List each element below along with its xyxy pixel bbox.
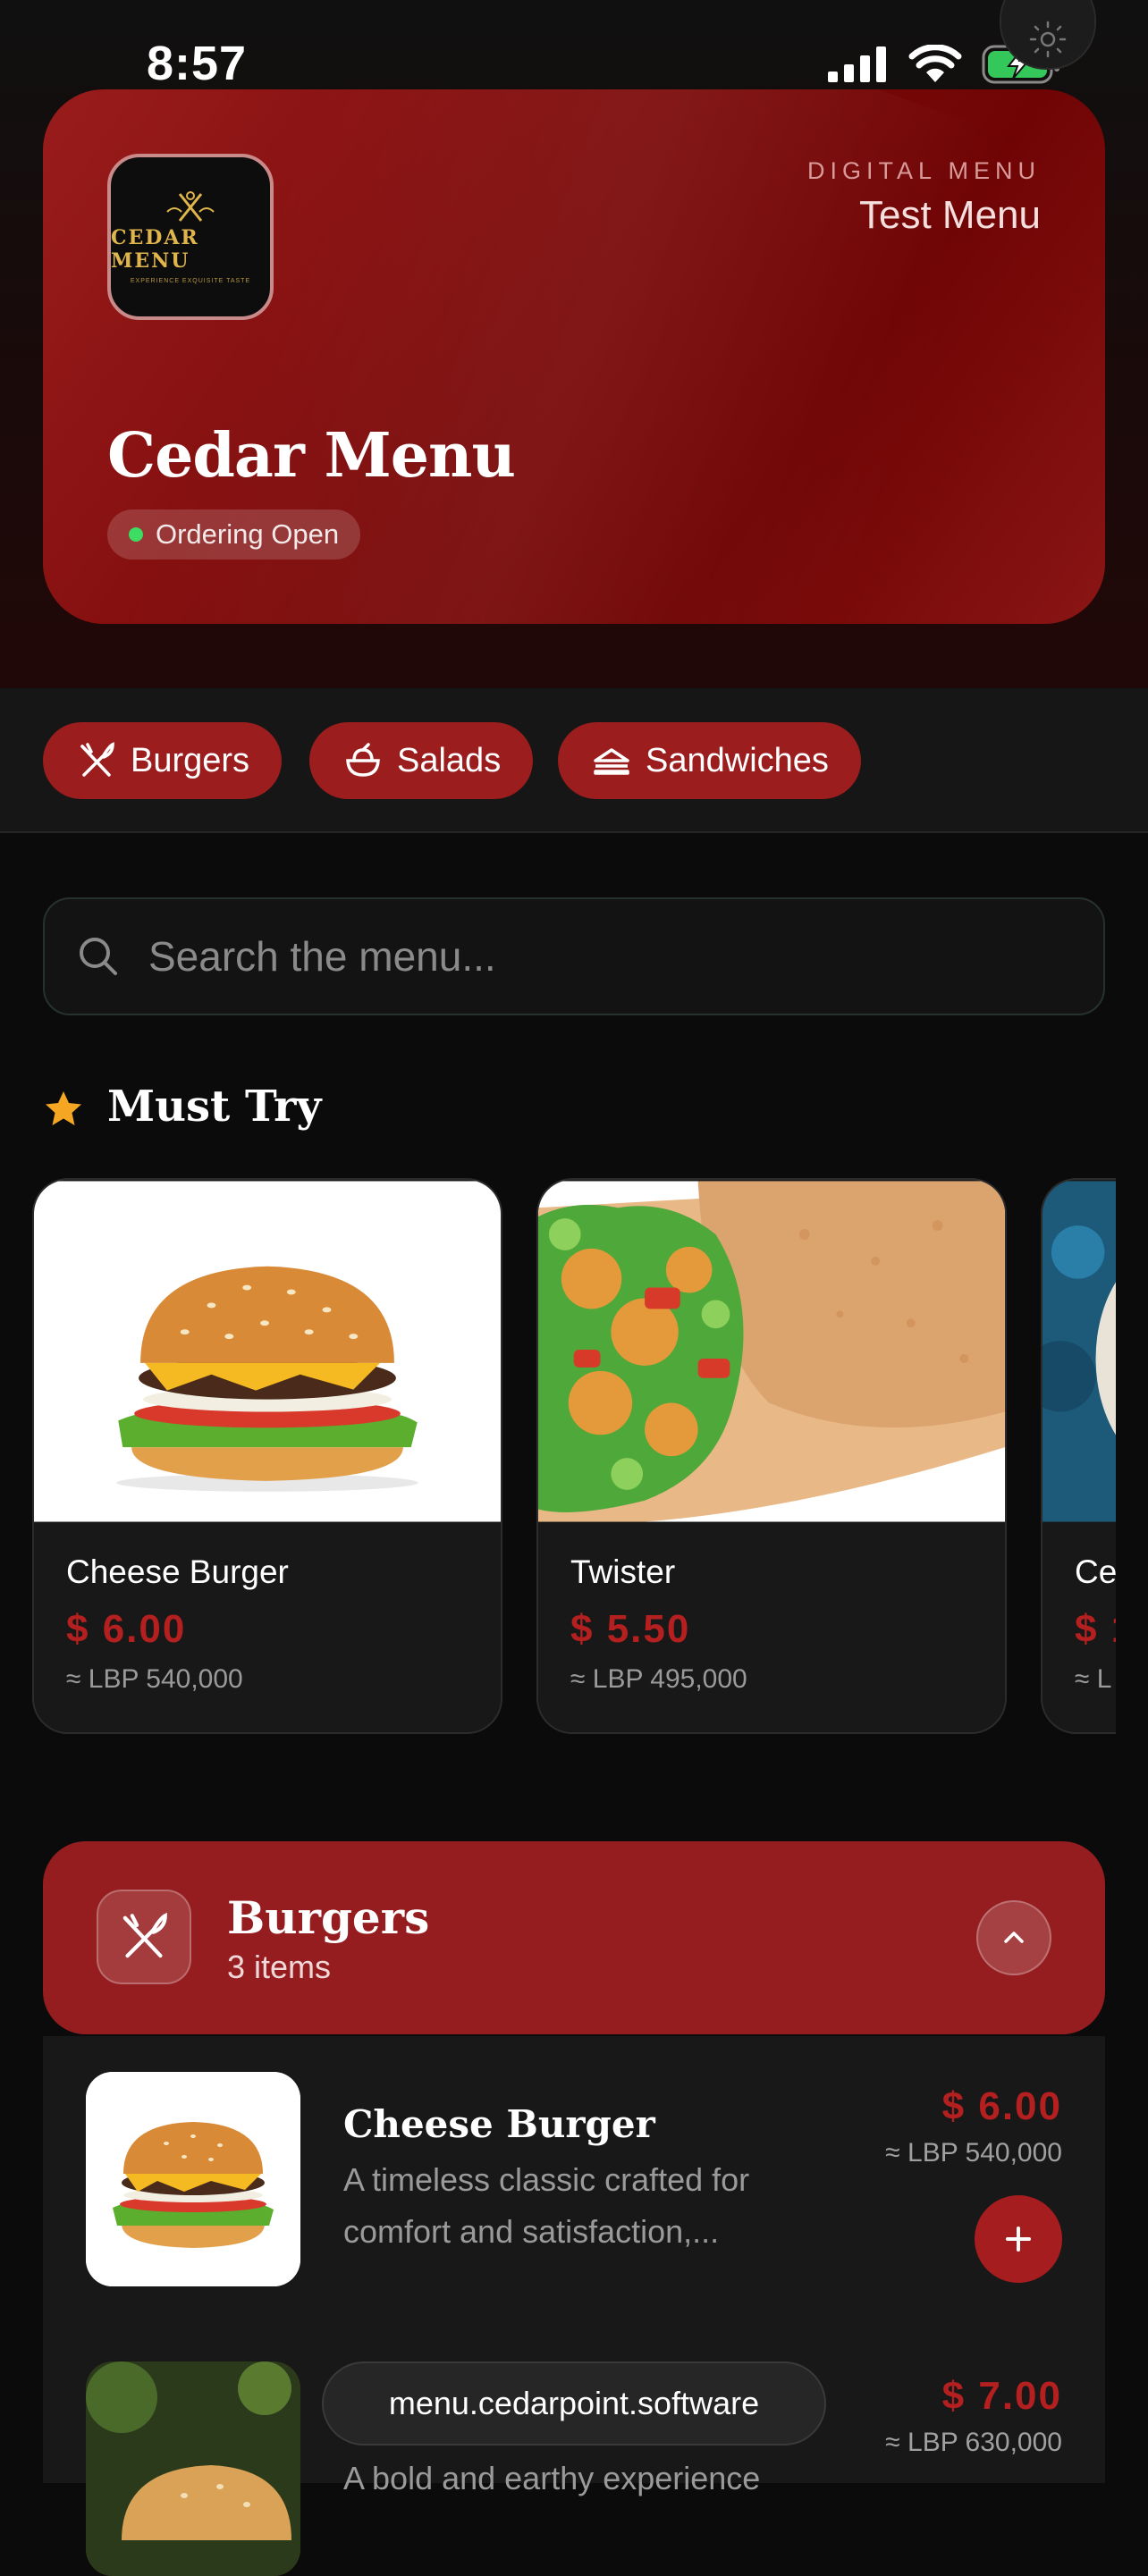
sandwich-icon: [594, 748, 629, 775]
cellular-signal-icon: [828, 46, 886, 82]
must-try-title: Must Try: [107, 1082, 322, 1132]
cheese-burger-image: [86, 2072, 300, 2286]
section-item-count: 3 items: [227, 1949, 332, 1985]
featured-item-name: Cheese Burger: [66, 1553, 289, 1590]
menu-name: Test Menu: [859, 193, 1041, 237]
featured-item-image: [1042, 1181, 1116, 1522]
browser-url: menu.cedarpoint.software: [388, 2385, 760, 2421]
ordering-status-badge: Ordering Open: [107, 509, 361, 560]
restaurant-hero-card: CEDAR MENU EXPERIENCE EXQUISITE TASTE DI…: [43, 89, 1105, 624]
star-icon: [46, 1091, 81, 1125]
menu-item-description-line: A bold and earthy experience: [343, 2460, 761, 2496]
featured-item-lbp-price: ≈ L: [1075, 1664, 1112, 1694]
menu-item-lbp-price: ≈ LBP 540,000: [885, 2138, 1062, 2168]
section-header-burgers[interactable]: Burgers 3 items: [43, 1841, 1105, 2034]
featured-item-price: $ 5.50: [570, 1607, 691, 1651]
search-bar: [43, 897, 1105, 1015]
menu-eyebrow: DIGITAL MENU: [806, 157, 1041, 184]
add-to-cart-button[interactable]: [975, 2195, 1062, 2283]
category-chip-label: Sandwiches: [646, 741, 829, 779]
utensils-crossed-icon: [122, 1912, 167, 1958]
category-chip-salads[interactable]: Salads: [309, 722, 534, 799]
section-icon: [97, 1890, 191, 1984]
restaurant-title: Cedar Menu: [107, 420, 516, 492]
cheese-burger-image: [34, 1181, 501, 1522]
plus-icon: [1006, 2227, 1031, 2252]
menu-item-image[interactable]: [86, 2361, 300, 2576]
category-chip-label: Burgers: [131, 741, 250, 779]
menu-item-image[interactable]: [86, 2072, 300, 2286]
chevron-up-icon: [1004, 1932, 1024, 1943]
featured-item-card[interactable]: Twister $ 5.50 ≈ LBP 495,000: [536, 1178, 1007, 1734]
category-chip-label: Salads: [397, 741, 502, 779]
mushroom-burger-image: [86, 2361, 300, 2576]
salad-bowl-icon: [346, 743, 380, 777]
restaurant-logo: CEDAR MENU EXPERIENCE EXQUISITE TASTE: [107, 154, 274, 320]
wifi-icon: [908, 45, 962, 82]
featured-item-lbp-price: ≈ LBP 495,000: [570, 1664, 747, 1694]
logo-wordmark: CEDAR MENU: [111, 225, 199, 273]
browser-url-bar[interactable]: menu.cedarpoint.software: [322, 2361, 826, 2446]
status-time: 8:57: [147, 37, 248, 90]
twister-wrap-image: [538, 1181, 1005, 1522]
featured-item-name: Ce: [1075, 1553, 1116, 1590]
category-chip-burgers[interactable]: Burgers: [43, 722, 283, 799]
menu-item-description: A timeless classic crafted for comfort a…: [343, 2154, 808, 2258]
ordering-status-label: Ordering Open: [156, 518, 340, 550]
menu-item-description-line: A timeless classic crafted for: [343, 2161, 750, 2198]
menu-item-name: Cheese Burger: [343, 2102, 655, 2146]
featured-item-card[interactable]: Ce $ 1 ≈ L: [1041, 1178, 1116, 1734]
sun-icon: [1029, 21, 1067, 58]
search-input[interactable]: [147, 931, 1044, 981]
status-dot-icon: [129, 527, 143, 542]
category-chip-sandwiches[interactable]: Sandwiches: [558, 722, 861, 799]
section-title: Burgers: [227, 1891, 430, 1944]
menu-item-price: $ 6.00: [941, 2084, 1062, 2128]
featured-item-card-clip: Ce $ 1 ≈ L: [1041, 1178, 1116, 1734]
collapse-section-button[interactable]: [976, 1900, 1051, 1975]
logo-tagline: EXPERIENCE EXQUISITE TASTE: [130, 277, 251, 284]
utensils-crossed-icon: [80, 742, 114, 777]
featured-item-price: $ 1: [1075, 1607, 1116, 1651]
featured-item-price: $ 6.00: [66, 1607, 187, 1651]
featured-item-lbp-price: ≈ LBP 540,000: [66, 1664, 243, 1694]
featured-item-card[interactable]: Cheese Burger $ 6.00 ≈ LBP 540,000: [32, 1178, 502, 1734]
featured-item-name: Twister: [570, 1553, 676, 1590]
menu-item-description: A bold and earthy experience: [343, 2453, 808, 2504]
menu-item-price: $ 7.00: [941, 2374, 1062, 2418]
search-icon: [80, 938, 117, 975]
menu-item-description-line: comfort and satisfaction,...: [343, 2213, 720, 2250]
menu-item-lbp-price: ≈ LBP 630,000: [885, 2428, 1062, 2457]
utensils-crest-icon: [166, 190, 215, 222]
